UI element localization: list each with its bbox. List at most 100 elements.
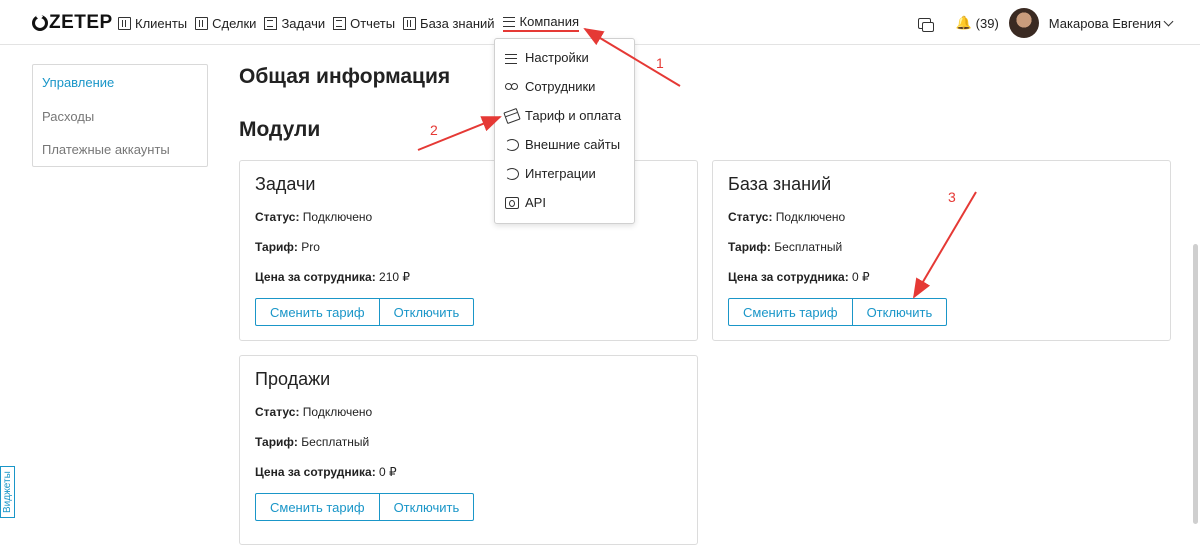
chat-icon[interactable]	[918, 17, 935, 32]
nav-item-deals[interactable]: Сделки	[195, 14, 256, 32]
nav-item-label: База знаний	[420, 15, 495, 31]
sync-icon	[505, 167, 519, 180]
status-label: Статус:	[255, 210, 300, 224]
nav-item-tasks[interactable]: Задачи	[264, 14, 325, 32]
menu-icon	[505, 52, 519, 64]
building-icon	[403, 16, 417, 30]
user-menu[interactable]: Макарова Евгения	[1048, 15, 1174, 31]
building-icon	[195, 16, 209, 30]
tariff-value: Pro	[301, 240, 320, 254]
menu-item-integrations[interactable]: Интеграции	[495, 159, 634, 188]
sidebar-item-expenses[interactable]: Расходы	[42, 109, 198, 143]
menu-item-label: Тариф и оплата	[525, 108, 622, 123]
api-icon	[505, 196, 519, 209]
nav-item-reports[interactable]: Отчеты	[333, 14, 395, 32]
disable-button[interactable]: Отключить	[379, 493, 475, 521]
bell-icon: 🔔	[955, 15, 972, 30]
menu-item-label: Интеграции	[525, 166, 596, 181]
brand-name: ZETEP	[49, 12, 113, 33]
module-price: Цена за сотрудника: 0 ₽	[728, 270, 870, 284]
price-value: 210 ₽	[379, 270, 411, 284]
menu-item-label: Настройки	[525, 50, 589, 65]
module-actions: Сменить тариф Отключить	[255, 493, 475, 521]
menu-item-label: Сотрудники	[525, 79, 596, 94]
module-name: Продажи	[255, 369, 331, 389]
tariff-label: Тариф:	[728, 240, 771, 254]
tariff-value: Бесплатный	[301, 435, 370, 449]
nav-item-knowledge-base[interactable]: База знаний	[403, 14, 495, 32]
module-status: Статус: Подключено	[255, 405, 372, 419]
sidebar: Управление Расходы Платежные аккаунты	[32, 64, 208, 167]
header-right: 🔔 (39) Макарова Евгения	[918, 8, 1174, 38]
nav-item-label: Отчеты	[350, 15, 396, 31]
module-tariff: Тариф: Бесплатный	[728, 240, 842, 254]
price-value: 0 ₽	[852, 270, 870, 284]
module-actions: Сменить тариф Отключить	[255, 298, 475, 326]
disable-button[interactable]: Отключить	[852, 298, 948, 326]
module-status: Статус: Подключено	[255, 210, 372, 224]
list-icon	[333, 16, 347, 30]
module-price: Цена за сотрудника: 0 ₽	[255, 465, 397, 479]
card-icon	[503, 107, 521, 124]
company-dropdown-menu: Настройки Сотрудники Тариф и оплата Внеш…	[494, 38, 635, 224]
module-actions: Сменить тариф Отключить	[728, 298, 948, 326]
chevron-down-icon	[1163, 16, 1174, 26]
notifications-count: (39)	[975, 15, 999, 31]
annotation-number-2: 2	[430, 122, 438, 138]
price-label: Цена за сотрудника:	[255, 270, 376, 284]
people-icon	[505, 81, 519, 93]
menu-item-label: API	[525, 195, 546, 210]
module-price: Цена за сотрудника: 210 ₽	[255, 270, 410, 284]
status-value: Подключено	[302, 405, 373, 419]
avatar[interactable]	[1008, 8, 1039, 38]
brand-logo[interactable]: ZETEP	[32, 12, 113, 34]
status-label: Статус:	[728, 210, 773, 224]
annotation-arrow-2	[417, 116, 502, 151]
menu-item-tariff-payment[interactable]: Тариф и оплата	[495, 101, 634, 130]
page-title: Общая информация	[239, 65, 451, 88]
sidebar-item-management[interactable]: Управление	[42, 75, 198, 109]
menu-item-api[interactable]: API	[495, 188, 634, 217]
price-label: Цена за сотрудника:	[728, 270, 849, 284]
menu-icon	[502, 15, 516, 28]
notifications-button[interactable]: 🔔 (39)	[955, 15, 998, 31]
module-tariff: Тариф: Бесплатный	[255, 435, 369, 449]
list-icon	[264, 16, 278, 30]
user-name: Макарова Евгения	[1048, 15, 1161, 31]
tariff-label: Тариф:	[255, 435, 298, 449]
status-label: Статус:	[255, 405, 300, 419]
section-title: Модули	[239, 118, 321, 141]
nav-item-label: Сделки	[212, 15, 257, 31]
building-icon	[118, 16, 131, 30]
menu-item-external-sites[interactable]: Внешние сайты	[495, 130, 634, 159]
logo-mark-icon	[32, 15, 48, 31]
widgets-tab[interactable]: Виджеты	[0, 466, 15, 518]
change-tariff-button[interactable]: Сменить тариф	[255, 298, 380, 326]
menu-item-settings[interactable]: Настройки	[495, 43, 634, 72]
nav-item-label: Компания	[519, 14, 580, 29]
change-tariff-button[interactable]: Сменить тариф	[255, 493, 380, 521]
menu-item-employees[interactable]: Сотрудники	[495, 72, 634, 101]
nav-item-label: Клиенты	[135, 15, 188, 31]
menu-item-label: Внешние сайты	[525, 137, 621, 152]
price-label: Цена за сотрудника:	[255, 465, 376, 479]
tariff-value: Бесплатный	[774, 240, 843, 254]
status-value: Подключено	[775, 210, 846, 224]
sidebar-item-payment-accounts[interactable]: Платежные аккаунты	[42, 142, 198, 176]
change-tariff-button[interactable]: Сменить тариф	[728, 298, 853, 326]
disable-button[interactable]: Отключить	[379, 298, 475, 326]
main-nav: Клиенты Сделки Задачи Отчеты База знаний…	[118, 14, 580, 32]
nav-item-label: Задачи	[281, 15, 326, 31]
module-name: Задачи	[255, 174, 316, 194]
nav-item-clients[interactable]: Клиенты	[118, 14, 187, 32]
module-name: База знаний	[728, 174, 832, 194]
module-card-sales: Продажи Статус: Подключено Тариф: Беспла…	[239, 355, 698, 545]
nav-item-company[interactable]: Компания	[502, 14, 580, 32]
tariff-label: Тариф:	[255, 240, 298, 254]
module-status: Статус: Подключено	[728, 210, 845, 224]
scrollbar[interactable]	[1193, 244, 1198, 524]
annotation-number-1: 1	[656, 55, 664, 71]
module-card-knowledge-base: База знаний Статус: Подключено Тариф: Бе…	[712, 160, 1171, 341]
module-tariff: Тариф: Pro	[255, 240, 320, 254]
status-value: Подключено	[302, 210, 373, 224]
